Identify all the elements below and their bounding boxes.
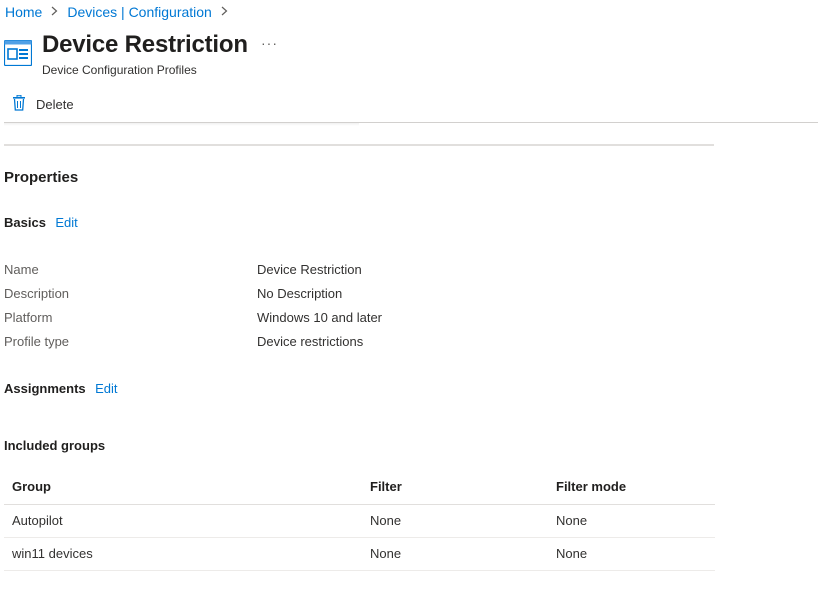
filter-mode-cell: None — [556, 546, 588, 561]
profile-type-value: Device restrictions — [257, 334, 364, 349]
assignments-header: Assignments Edit — [4, 380, 118, 398]
device-configuration-icon — [3, 39, 33, 67]
table-header-row: Group Filter Filter mode — [4, 470, 715, 505]
group-cell: Autopilot — [12, 513, 63, 528]
name-label: Name — [4, 262, 39, 277]
properties-heading: Properties — [4, 169, 79, 186]
basics-header: Basics Edit — [4, 214, 78, 232]
trash-icon — [12, 94, 36, 114]
name-value: Device Restriction — [257, 262, 362, 277]
delete-label: Delete — [36, 97, 74, 112]
chevron-right-icon — [51, 5, 58, 19]
more-options-button[interactable]: ··· — [261, 35, 278, 51]
description-value: No Description — [257, 286, 343, 301]
column-header-group: Group — [12, 479, 51, 494]
delete-button[interactable]: Delete — [12, 94, 74, 114]
group-cell: win11 devices — [12, 546, 93, 561]
filter-cell: None — [370, 513, 402, 528]
assignments-title: Assignments — [4, 381, 86, 396]
description-label: Description — [4, 286, 70, 301]
filter-cell: None — [370, 546, 402, 561]
command-bar-shadow — [4, 123, 359, 126]
column-header-filter: Filter — [370, 479, 402, 494]
basics-edit-link[interactable]: Edit — [55, 215, 77, 230]
platform-value: Windows 10 and later — [257, 310, 383, 325]
column-header-filter-mode: Filter mode — [556, 479, 627, 494]
platform-label: Platform — [4, 310, 53, 325]
assignments-edit-link[interactable]: Edit — [95, 381, 117, 396]
basics-title: Basics — [4, 215, 46, 230]
table-row: win11 devices None None — [4, 538, 715, 571]
breadcrumb: Home Devices | Configuration — [5, 4, 237, 20]
included-groups-heading: Included groups — [4, 438, 106, 453]
included-groups-table: Group Filter Filter mode Autopilot None … — [4, 470, 715, 571]
table-row: Autopilot None None — [4, 505, 715, 538]
breadcrumb-home[interactable]: Home — [5, 4, 42, 20]
filter-mode-cell: None — [556, 513, 588, 528]
content-divider — [4, 144, 714, 146]
profile-type-label: Profile type — [4, 334, 70, 349]
page-subtitle: Device Configuration Profiles — [42, 63, 197, 77]
chevron-right-icon — [221, 5, 228, 19]
page-title: Device Restriction — [42, 31, 248, 58]
breadcrumb-devices-configuration[interactable]: Devices | Configuration — [67, 4, 211, 20]
